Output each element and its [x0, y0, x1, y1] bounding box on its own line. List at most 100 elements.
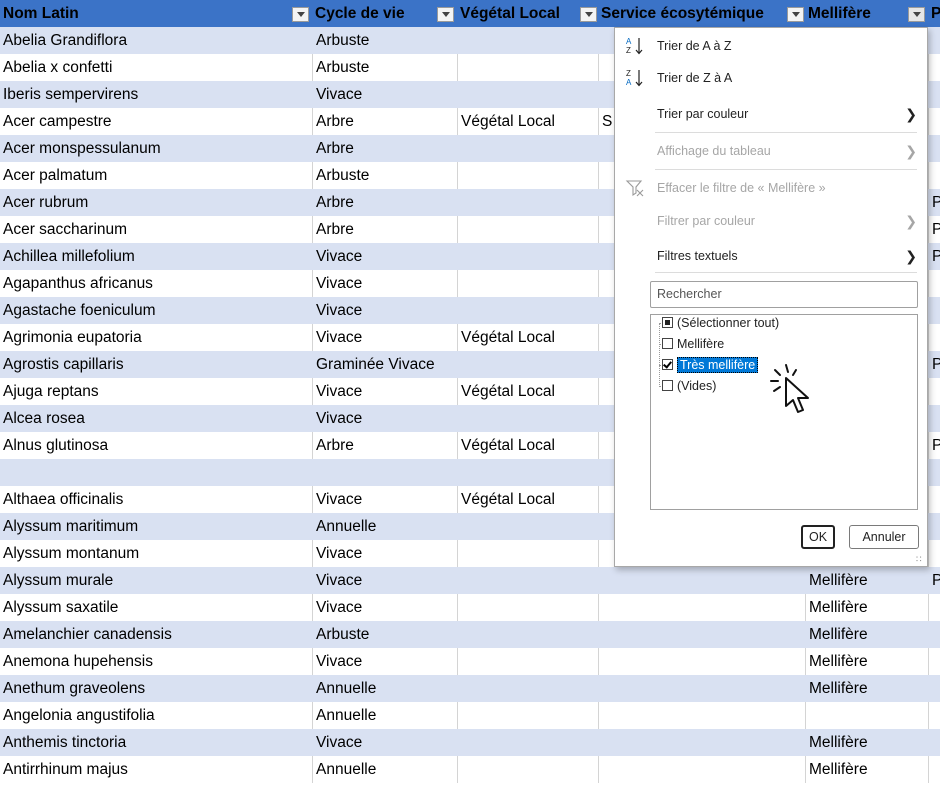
cell-local[interactable]	[457, 702, 598, 729]
cell-mellifere[interactable]	[805, 702, 928, 729]
header-vegetal-local[interactable]: Végétal Local	[457, 0, 575, 27]
cell-cycle[interactable]: Vivace	[312, 378, 457, 405]
cell-cycle[interactable]: Annuelle	[312, 675, 457, 702]
cell-cycle[interactable]: Arbre	[312, 216, 457, 243]
cell-cycle[interactable]: Annuelle	[312, 756, 457, 783]
cell-cycle[interactable]: Vivace	[312, 243, 457, 270]
cell-local[interactable]	[457, 216, 598, 243]
cell-cycle[interactable]: Arbre	[312, 432, 457, 459]
cell-local[interactable]	[457, 351, 598, 378]
cell-name[interactable]: Acer saccharinum	[0, 216, 312, 243]
cell-cycle[interactable]: Vivace	[312, 486, 457, 513]
cell-p[interactable]	[928, 135, 940, 162]
cell-name[interactable]: Anemona hupehensis	[0, 648, 312, 675]
cell-p[interactable]	[928, 486, 940, 513]
cell-cycle[interactable]: Vivace	[312, 729, 457, 756]
cell-cycle[interactable]: Graminée Vivace	[312, 351, 457, 378]
cell-cycle[interactable]: Arbre	[312, 135, 457, 162]
cell-local[interactable]	[457, 540, 598, 567]
cell-cycle[interactable]	[312, 459, 457, 486]
cell-p[interactable]	[928, 405, 940, 432]
cell-local[interactable]	[457, 27, 598, 54]
cell-name[interactable]: Achillea millefolium	[0, 243, 312, 270]
cell-cycle[interactable]: Vivace	[312, 405, 457, 432]
cell-p[interactable]: P	[928, 432, 940, 459]
cell-name[interactable]: Antirrhinum majus	[0, 756, 312, 783]
cell-p[interactable]	[928, 162, 940, 189]
cell-name[interactable]: Alcea rosea	[0, 405, 312, 432]
table-row[interactable]: Anthemis tinctoria Vivace Mellifère	[0, 729, 940, 756]
cell-cycle[interactable]: Vivace	[312, 567, 457, 594]
cell-local[interactable]: Végétal Local	[457, 432, 598, 459]
cell-name[interactable]: Abelia x confetti	[0, 54, 312, 81]
table-row[interactable]: Anethum graveolens Annuelle Mellifère	[0, 675, 940, 702]
cell-cycle[interactable]: Vivace	[312, 648, 457, 675]
table-row[interactable]: Alyssum muraleVivace MellifèreP	[0, 567, 940, 594]
cell-p[interactable]	[928, 702, 940, 729]
cell-name[interactable]: Agastache foeniculum	[0, 297, 312, 324]
filter-dropdown-button[interactable]	[292, 7, 309, 22]
cell-local[interactable]	[457, 243, 598, 270]
cell-local[interactable]	[457, 594, 598, 621]
cell-local[interactable]	[457, 756, 598, 783]
filter-dropdown-button[interactable]	[437, 7, 454, 22]
filter-dropdown-button[interactable]	[580, 7, 597, 22]
cell-p[interactable]	[928, 81, 940, 108]
cell-mellifere[interactable]: Mellifère	[805, 621, 928, 648]
cell-local[interactable]	[457, 675, 598, 702]
cell-p[interactable]	[928, 513, 940, 540]
table-row[interactable]: Antirrhinum majus Annuelle Mellifère	[0, 756, 940, 783]
table-row[interactable]: Angelonia angustifolia Annuelle	[0, 702, 940, 729]
cell-local[interactable]	[457, 405, 598, 432]
resize-grip-icon[interactable]: ∷	[916, 555, 924, 564]
cell-mellifere[interactable]: Mellifère	[805, 594, 928, 621]
cell-name[interactable]: Acer rubrum	[0, 189, 312, 216]
cell-service[interactable]	[598, 567, 805, 594]
cell-local[interactable]	[457, 513, 598, 540]
cell-name[interactable]: Iberis sempervirens	[0, 81, 312, 108]
cell-cycle[interactable]: Arbuste	[312, 27, 457, 54]
filter-dropdown-button-active[interactable]	[908, 7, 925, 22]
menu-sort-az[interactable]: A Z Trier de A à Z	[615, 30, 927, 62]
cell-service[interactable]	[598, 729, 805, 756]
cell-name[interactable]: Althaea officinalis	[0, 486, 312, 513]
cell-local[interactable]	[457, 81, 598, 108]
cell-service[interactable]	[598, 648, 805, 675]
cell-p[interactable]	[928, 594, 940, 621]
cell-p[interactable]	[928, 270, 940, 297]
cell-name[interactable]: Acer palmatum	[0, 162, 312, 189]
cell-service[interactable]	[598, 675, 805, 702]
checkbox-unchecked[interactable]	[662, 338, 673, 349]
filter-dropdown-button[interactable]	[787, 7, 804, 22]
cell-name[interactable]: Alyssum maritimum	[0, 513, 312, 540]
header-cycle-de-vie[interactable]: Cycle de vie	[312, 0, 432, 27]
cell-name[interactable]: Agrostis capillaris	[0, 351, 312, 378]
cell-service[interactable]	[598, 594, 805, 621]
cell-name[interactable]: Agrimonia eupatoria	[0, 324, 312, 351]
filter-value-mellifere[interactable]: Mellifère	[662, 334, 724, 354]
cell-cycle[interactable]: Arbuste	[312, 162, 457, 189]
cell-p[interactable]: P	[928, 351, 940, 378]
cell-mellifere[interactable]: Mellifère	[805, 675, 928, 702]
cell-p[interactable]	[928, 675, 940, 702]
cell-name[interactable]: Agapanthus africanus	[0, 270, 312, 297]
cell-name[interactable]: Alyssum murale	[0, 567, 312, 594]
cell-local[interactable]	[457, 297, 598, 324]
cell-p[interactable]	[928, 108, 940, 135]
cell-local[interactable]	[457, 270, 598, 297]
cell-name[interactable]: Acer campestre	[0, 108, 312, 135]
cell-local[interactable]: Végétal Local	[457, 486, 598, 513]
cell-p[interactable]	[928, 540, 940, 567]
cell-name[interactable]: Acer monspessulanum	[0, 135, 312, 162]
cell-mellifere[interactable]: Mellifère	[805, 729, 928, 756]
cell-cycle[interactable]: Annuelle	[312, 702, 457, 729]
cell-cycle[interactable]: Arbre	[312, 108, 457, 135]
table-row[interactable]: Amelanchier canadensis Arbuste Mellifère	[0, 621, 940, 648]
cell-local[interactable]	[457, 648, 598, 675]
cell-local[interactable]	[457, 459, 598, 486]
cell-p[interactable]	[928, 621, 940, 648]
table-row[interactable]: Alyssum saxatile Vivace Mellifère	[0, 594, 940, 621]
cell-cycle[interactable]: Arbuste	[312, 621, 457, 648]
cell-name[interactable]: Alyssum saxatile	[0, 594, 312, 621]
header-service-ecosytemique[interactable]: Service écosytémique	[598, 0, 788, 27]
